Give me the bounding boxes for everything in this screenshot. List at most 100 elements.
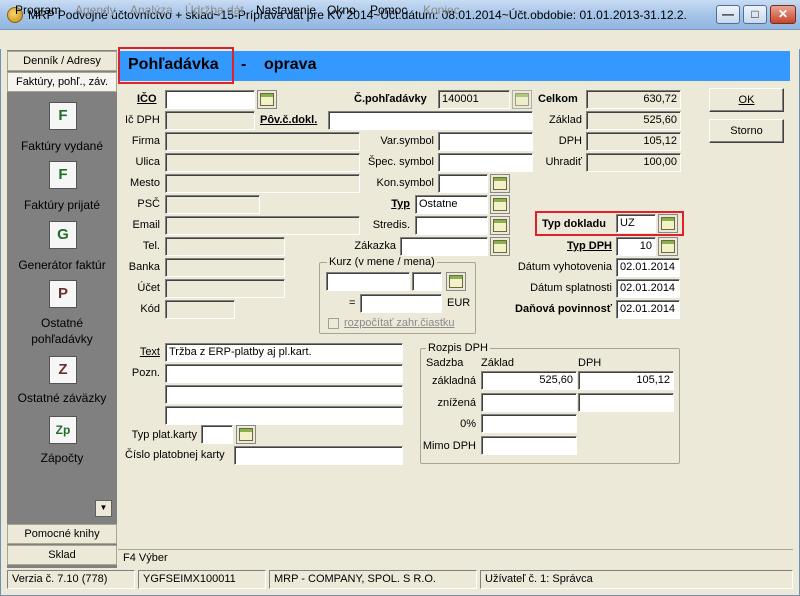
povodne-cislo-input[interactable]: [328, 111, 533, 130]
celkom-label: Celkom: [538, 93, 578, 105]
maximize-button[interactable]: □: [743, 5, 767, 24]
status-version: Verzia č. 7.10 (778): [7, 570, 135, 589]
banka-input[interactable]: [165, 258, 285, 277]
psc-input[interactable]: [165, 195, 260, 214]
ico-input[interactable]: [165, 90, 255, 109]
page-title: Pohľadávka: [128, 56, 219, 73]
typ-dokladu-input[interactable]: UZ: [616, 214, 656, 233]
other-receivables-icon[interactable]: P: [49, 280, 77, 308]
spec-symbol-input[interactable]: [438, 153, 533, 172]
sidebar-item-generator-faktur[interactable]: Generátor faktúr: [7, 257, 117, 273]
other-payables-icon[interactable]: Z: [49, 356, 77, 384]
kon-symbol-label: Kon.symbol: [376, 177, 434, 189]
typ-plat-karty-picker-icon[interactable]: [236, 425, 256, 444]
invoice-issued-icon[interactable]: F: [49, 102, 77, 130]
menu-koniec[interactable]: Koniec: [423, 3, 460, 17]
menu-nastavenie[interactable]: Nastavenie: [256, 3, 316, 17]
typ-dph-input[interactable]: 10: [616, 237, 656, 256]
status-company: MRP - COMPANY, SPOL. S R.O.: [269, 570, 477, 589]
email-input[interactable]: [165, 216, 360, 235]
sidebar-tab-faktury[interactable]: Faktúry, pohľ., záv.: [7, 72, 117, 92]
sidebar-scroll-down-button[interactable]: ▼: [95, 500, 112, 517]
menu-program[interactable]: Program: [15, 3, 61, 17]
typ-picker-icon[interactable]: [490, 195, 510, 214]
kurz-rate-input[interactable]: [360, 294, 442, 313]
danova-povinnost-input[interactable]: 02.01.2014: [616, 300, 680, 319]
rozpis-zaklad-input[interactable]: [481, 393, 577, 412]
kon-symbol-picker-icon[interactable]: [490, 174, 510, 193]
pozn-input-1[interactable]: [165, 364, 403, 383]
uhradit-label: Uhradiť: [545, 156, 582, 168]
typ-dokladu-picker-icon[interactable]: [658, 214, 678, 233]
uhradit-value: 100,00: [586, 153, 681, 172]
tel-input[interactable]: [165, 237, 285, 256]
offsets-icon[interactable]: Zp: [49, 416, 77, 444]
invoice-generator-icon[interactable]: G: [49, 221, 77, 249]
cislo-pohladavky-picker-icon[interactable]: [512, 90, 532, 109]
ulica-label: Ulica: [135, 156, 160, 168]
cislo-karty-input[interactable]: [234, 446, 403, 465]
menu-pomoc[interactable]: Pomoc: [370, 3, 407, 17]
menu-udrzba-dat[interactable]: Údržba dát: [185, 3, 244, 17]
sidebar-tab-dennik-adresy[interactable]: Denník / Adresy: [7, 51, 117, 71]
rozpis-zaklad-input[interactable]: 525,60: [481, 371, 577, 390]
var-symbol-input[interactable]: [438, 132, 533, 151]
rozpis-row-label: znížená: [437, 397, 476, 409]
ucet-input[interactable]: [165, 279, 285, 298]
danova-povinnost-label: Daňová povinnosť: [515, 303, 612, 315]
close-button[interactable]: ✕: [770, 5, 796, 24]
ic-dph-label: Ič DPH: [125, 114, 160, 126]
typ-dokladu-label: Typ dokladu: [542, 218, 606, 230]
kurz-currency-label: EUR: [447, 297, 471, 309]
sidebar-tab-sklad[interactable]: Sklad: [7, 545, 117, 565]
kurz-currency-input[interactable]: [412, 272, 442, 291]
cislo-pohladavky-input[interactable]: 140001: [438, 90, 510, 109]
rozpis-zaklad-input[interactable]: [481, 414, 577, 433]
rozpis-dph-input[interactable]: [578, 393, 674, 412]
rozpocitat-checkbox[interactable]: [328, 318, 339, 329]
kurz-amount-input[interactable]: [326, 272, 410, 291]
kurz-group-title: Kurz (v mene / mena): [327, 256, 437, 268]
sidebar-tab-pomocne-knihy[interactable]: Pomocné knihy: [7, 524, 117, 544]
text-input[interactable]: Tržba z ERP-platby aj pl.kart.: [165, 343, 403, 362]
storno-button[interactable]: Storno: [709, 119, 784, 143]
invoice-received-icon[interactable]: F: [49, 161, 77, 189]
ic-dph-input[interactable]: [165, 111, 255, 130]
kod-input[interactable]: [165, 300, 235, 319]
status-code: YGFSEIMX100011: [138, 570, 266, 589]
rozpis-dph-input[interactable]: 105,12: [578, 371, 674, 390]
datum-vyhotovenia-input[interactable]: 02.01.2014: [616, 258, 680, 277]
typ-dph-picker-icon[interactable]: [658, 237, 678, 256]
datum-splatnosti-input[interactable]: 02.01.2014: [616, 279, 680, 298]
stredis-input[interactable]: [415, 216, 488, 235]
sidebar: Denník / Adresy Faktúry, pohľ., záv. F F…: [7, 50, 117, 568]
celkom-value: 630,72: [586, 90, 681, 109]
menu-agendy[interactable]: Agendy: [75, 3, 116, 17]
typ-plat-karty-label: Typ plat.karty: [131, 429, 197, 441]
firma-input[interactable]: [165, 132, 360, 151]
zakazka-picker-icon[interactable]: [490, 237, 510, 256]
sidebar-item-zapocty[interactable]: Zápočty: [7, 450, 117, 466]
ulica-input[interactable]: [165, 153, 360, 172]
sidebar-item-ostatne-zavazky[interactable]: Ostatné záväzky: [7, 390, 117, 406]
mesto-input[interactable]: [165, 174, 360, 193]
kurz-picker-icon[interactable]: [446, 272, 466, 291]
zakazka-input[interactable]: [400, 237, 488, 256]
sidebar-item-faktury-prijate[interactable]: Faktúry prijaté: [7, 197, 117, 213]
sidebar-item-ostatne-pohladavky[interactable]: Ostatné pohľadávky: [12, 315, 112, 347]
ico-picker-icon[interactable]: [257, 90, 277, 109]
pozn-input-2[interactable]: [165, 385, 403, 404]
typ-input[interactable]: Ostatne: [415, 195, 488, 214]
ok-button[interactable]: OK: [709, 88, 784, 112]
minimize-button[interactable]: —: [716, 5, 740, 24]
pozn-input-3[interactable]: [165, 406, 403, 425]
zaklad-label: Základ: [548, 114, 582, 126]
menu-okno[interactable]: Okno: [327, 3, 356, 17]
datum-vyhotovenia-label: Dátum vyhotovenia: [517, 261, 612, 273]
stredis-picker-icon[interactable]: [490, 216, 510, 235]
sidebar-item-faktury-vydane[interactable]: Faktúry vydané: [7, 138, 117, 154]
kon-symbol-input[interactable]: [438, 174, 488, 193]
typ-plat-karty-input[interactable]: [201, 425, 233, 444]
menu-analyza[interactable]: Analýza: [130, 3, 173, 17]
rozpis-zaklad-input[interactable]: [481, 436, 577, 455]
